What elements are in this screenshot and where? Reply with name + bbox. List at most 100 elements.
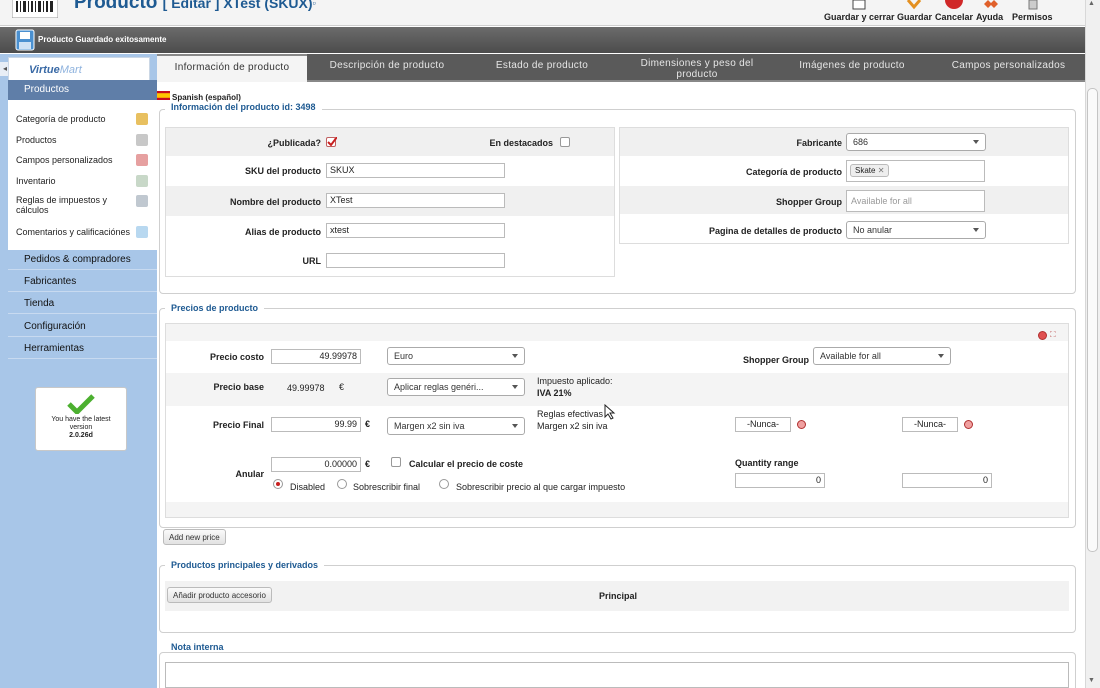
- override-tax-radio[interactable]: [439, 479, 449, 489]
- manufacturer-select[interactable]: 686: [846, 133, 986, 151]
- external-link-icon[interactable]: ▫: [313, 0, 316, 8]
- remove-tag-icon[interactable]: ✕: [878, 166, 885, 175]
- help-button[interactable]: Ayuda: [976, 0, 1006, 25]
- message-bar: Producto Guardado exitosamente: [0, 27, 1085, 53]
- inventory-icon: [136, 175, 148, 187]
- alias-input[interactable]: xtest: [326, 223, 505, 238]
- sidebar-section-manufacturers[interactable]: Fabricantes: [8, 272, 157, 292]
- tab-bar: Información de producto Descripción de p…: [157, 54, 1085, 83]
- product-name-input[interactable]: XTest: [326, 193, 505, 208]
- spain-flag-icon: [157, 91, 170, 100]
- tab-dimensions-weight[interactable]: Dimensiones y peso del producto: [622, 54, 772, 82]
- sidebar-item-categories[interactable]: Categoría de producto: [16, 114, 148, 124]
- sidebar-section-store[interactable]: Tienda: [8, 294, 157, 314]
- base-price-value: 49.99978: [287, 383, 325, 393]
- price-shopper-group-select[interactable]: Available for all: [813, 347, 951, 365]
- manufacturer-label: Fabricante: [796, 138, 842, 148]
- clear-date-end-icon[interactable]: [964, 420, 973, 429]
- featured-checkbox[interactable]: [560, 137, 570, 147]
- cancel-icon: [945, 0, 963, 9]
- custom-fields-icon: [136, 154, 148, 166]
- sidebar-section-products[interactable]: Productos: [8, 80, 157, 100]
- save-button[interactable]: Guardar: [897, 0, 932, 25]
- prices-legend: Precios de producto: [165, 303, 265, 313]
- sidebar-item-custom-fields[interactable]: Campos personalizados: [16, 155, 148, 165]
- override-disabled-radio[interactable]: [273, 479, 283, 489]
- save-icon: [906, 0, 922, 10]
- save-close-button[interactable]: Guardar y cerrar: [824, 0, 895, 25]
- scroll-up-icon[interactable]: ▲: [1088, 0, 1095, 7]
- product-icon: [136, 134, 148, 146]
- permissions-button[interactable]: Permisos: [1012, 0, 1054, 25]
- tab-product-info[interactable]: Información de producto: [157, 54, 307, 83]
- save-close-icon: [852, 0, 866, 10]
- calculator-icon: [136, 195, 148, 207]
- drag-handle-icon[interactable]: ⛶: [1050, 330, 1056, 340]
- permissions-icon: [1028, 0, 1038, 10]
- related-products-legend: Productos principales y derivados: [165, 560, 325, 570]
- never-date-start[interactable]: -Nunca-: [735, 417, 791, 432]
- tab-product-images[interactable]: Imágenes de producto: [777, 54, 927, 82]
- override-tax-label: Sobrescribir precio al que cargar impues…: [456, 482, 626, 492]
- shopper-group-input[interactable]: Available for all: [846, 190, 985, 212]
- comments-icon: [136, 226, 148, 238]
- apply-rules-select[interactable]: Aplicar reglas genéri...: [387, 378, 525, 396]
- main-content: Spanish (español) Información del produc…: [157, 82, 1085, 688]
- scroll-down-icon[interactable]: ▼: [1088, 677, 1095, 684]
- chevron-down-icon: [973, 140, 979, 144]
- checkmark-icon: [67, 394, 95, 414]
- scrollbar-thumb[interactable]: [1087, 88, 1098, 552]
- add-accessory-button[interactable]: Añadir producto accesorio: [167, 587, 272, 603]
- calc-cost-checkbox[interactable]: [391, 457, 401, 467]
- url-input[interactable]: [326, 253, 505, 268]
- sku-input[interactable]: SKUX: [326, 163, 505, 178]
- final-price-input[interactable]: 99.99: [271, 417, 361, 432]
- effective-rules-value: Margen x2 sin iva: [537, 421, 608, 431]
- add-new-price-button[interactable]: Add new price: [163, 529, 226, 545]
- sidebar-section-configuration[interactable]: Configuración: [8, 317, 157, 337]
- page-title: Producto [ Editar ] XTest (SKUX)▫: [74, 0, 316, 14]
- margin-select[interactable]: Margen x2 sin iva: [387, 417, 525, 435]
- shopper-group-label: Shopper Group: [776, 197, 842, 207]
- tab-custom-fields[interactable]: Campos personalizados: [932, 54, 1085, 82]
- page-header: Producto [ Editar ] XTest (SKUX)▫ Guarda…: [0, 0, 1085, 26]
- override-final-radio[interactable]: [337, 479, 347, 489]
- sidebar-section-orders[interactable]: Pedidos & compradores: [8, 250, 157, 270]
- tab-product-description[interactable]: Descripción de producto: [312, 54, 462, 82]
- cancel-button[interactable]: Cancelar: [935, 0, 973, 25]
- sidebar-item-comments[interactable]: Comentarios y calificaciónes: [16, 227, 148, 237]
- internal-notes-textarea[interactable]: [165, 662, 1069, 688]
- folder-icon: [136, 113, 148, 125]
- override-price-input[interactable]: 0.00000: [271, 457, 361, 472]
- sidebar-section-tools[interactable]: Herramientas: [8, 339, 157, 359]
- quantity-to-input[interactable]: 0: [902, 473, 992, 488]
- tax-applied-value: IVA 21%: [537, 388, 572, 398]
- override-currency: €: [365, 459, 371, 469]
- category-label: Categoría de producto: [745, 167, 842, 177]
- sidebar-item-tax-rules[interactable]: Reglas de impuestos y cálculos: [16, 195, 116, 215]
- remove-price-icon[interactable]: [1038, 331, 1047, 340]
- page-title-sub: [ Editar ] XTest (SKUX): [162, 0, 313, 11]
- category-tag-input[interactable]: Skate ✕: [846, 160, 985, 182]
- sidebar-item-products[interactable]: Productos: [16, 135, 148, 145]
- version-number: 2.0.26d: [69, 432, 93, 439]
- product-info-legend: Información del producto id: 3498: [165, 102, 322, 112]
- override-label: Anular: [235, 469, 264, 479]
- version-box: You have the latest version 2.0.26d: [35, 387, 127, 451]
- cost-price-input[interactable]: 49.99978: [271, 349, 361, 364]
- clear-date-start-icon[interactable]: [797, 420, 806, 429]
- never-date-end[interactable]: -Nunca-: [902, 417, 958, 432]
- principal-label: Principal: [599, 591, 638, 601]
- language-label: Spanish (español): [172, 93, 241, 102]
- chevron-down-icon: [512, 424, 518, 428]
- barcode-icon: [12, 0, 58, 18]
- published-checkbox[interactable]: [326, 137, 337, 147]
- tab-product-status[interactable]: Estado de producto: [467, 54, 617, 82]
- quantity-from-input[interactable]: 0: [735, 473, 825, 488]
- detail-page-select[interactable]: No anular: [846, 221, 986, 239]
- currency-select[interactable]: Euro: [387, 347, 525, 365]
- override-final-label: Sobrescribir final: [353, 482, 421, 492]
- chevron-down-icon: [512, 354, 518, 358]
- sidebar: ◂ VirtueMart Productos Categoría de prod…: [0, 54, 157, 688]
- sidebar-item-inventory[interactable]: Inventario: [16, 176, 148, 186]
